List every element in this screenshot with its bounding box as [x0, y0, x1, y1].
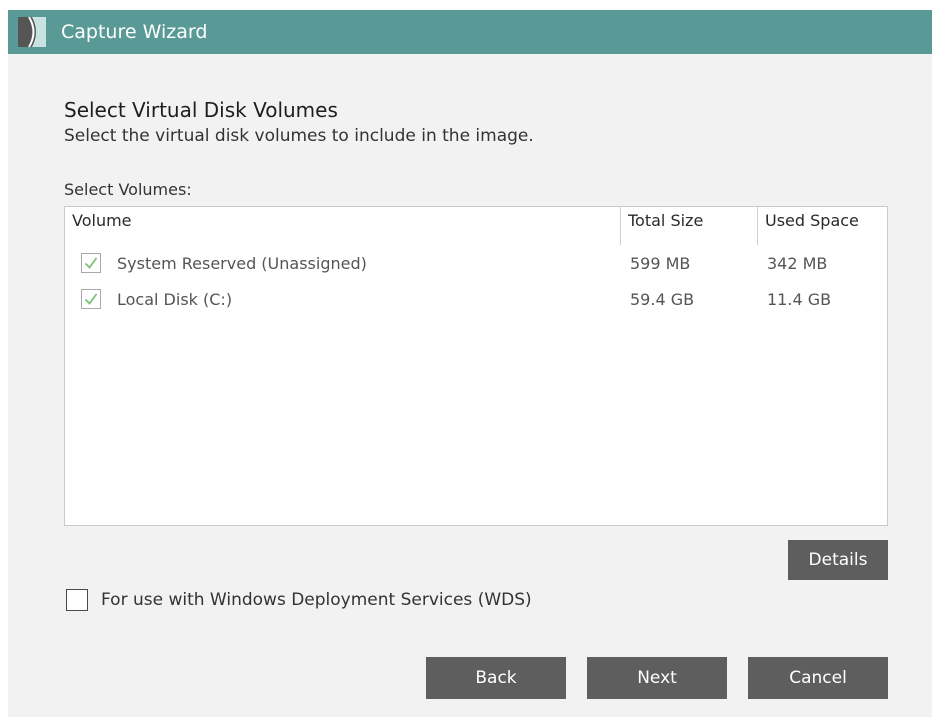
cancel-button[interactable]: Cancel — [748, 657, 888, 699]
volume-total-size: 599 MB — [630, 254, 691, 273]
capture-wizard-window: Capture Wizard Select Virtual Disk Volum… — [8, 10, 932, 717]
wds-checkbox[interactable] — [66, 589, 88, 611]
details-button[interactable]: Details — [788, 540, 888, 580]
page-heading: Select Virtual Disk Volumes — [64, 98, 338, 122]
back-button[interactable]: Back — [426, 657, 566, 699]
volumes-table: Volume Total Size Used Space System Rese… — [64, 206, 888, 526]
volume-checkbox[interactable] — [81, 289, 101, 309]
volume-name: System Reserved (Unassigned) — [117, 254, 367, 273]
title-bar: Capture Wizard — [8, 10, 932, 54]
volume-used-space: 11.4 GB — [767, 290, 832, 309]
volume-name: Local Disk (C:) — [117, 290, 233, 309]
table-header: Volume Total Size Used Space — [65, 207, 887, 245]
volume-total-size: 59.4 GB — [630, 290, 695, 309]
table-row[interactable]: System Reserved (Unassigned) 599 MB 342 … — [65, 247, 887, 281]
column-header-volume[interactable]: Volume — [65, 207, 620, 245]
column-header-used-space[interactable]: Used Space — [758, 207, 887, 245]
checkmark-icon — [84, 293, 98, 305]
page-subheading: Select the virtual disk volumes to inclu… — [64, 126, 534, 146]
column-header-total-size[interactable]: Total Size — [621, 207, 757, 245]
next-button[interactable]: Next — [587, 657, 727, 699]
volume-used-space: 342 MB — [767, 254, 828, 273]
volume-checkbox[interactable] — [81, 253, 101, 273]
capture-wizard-logo-icon — [18, 17, 46, 47]
checkmark-icon — [84, 257, 98, 269]
window-title: Capture Wizard — [61, 21, 208, 43]
select-volumes-label: Select Volumes: — [64, 180, 192, 199]
wds-option-label[interactable]: For use with Windows Deployment Services… — [101, 589, 532, 611]
table-row[interactable]: Local Disk (C:) 59.4 GB 11.4 GB — [65, 283, 887, 317]
